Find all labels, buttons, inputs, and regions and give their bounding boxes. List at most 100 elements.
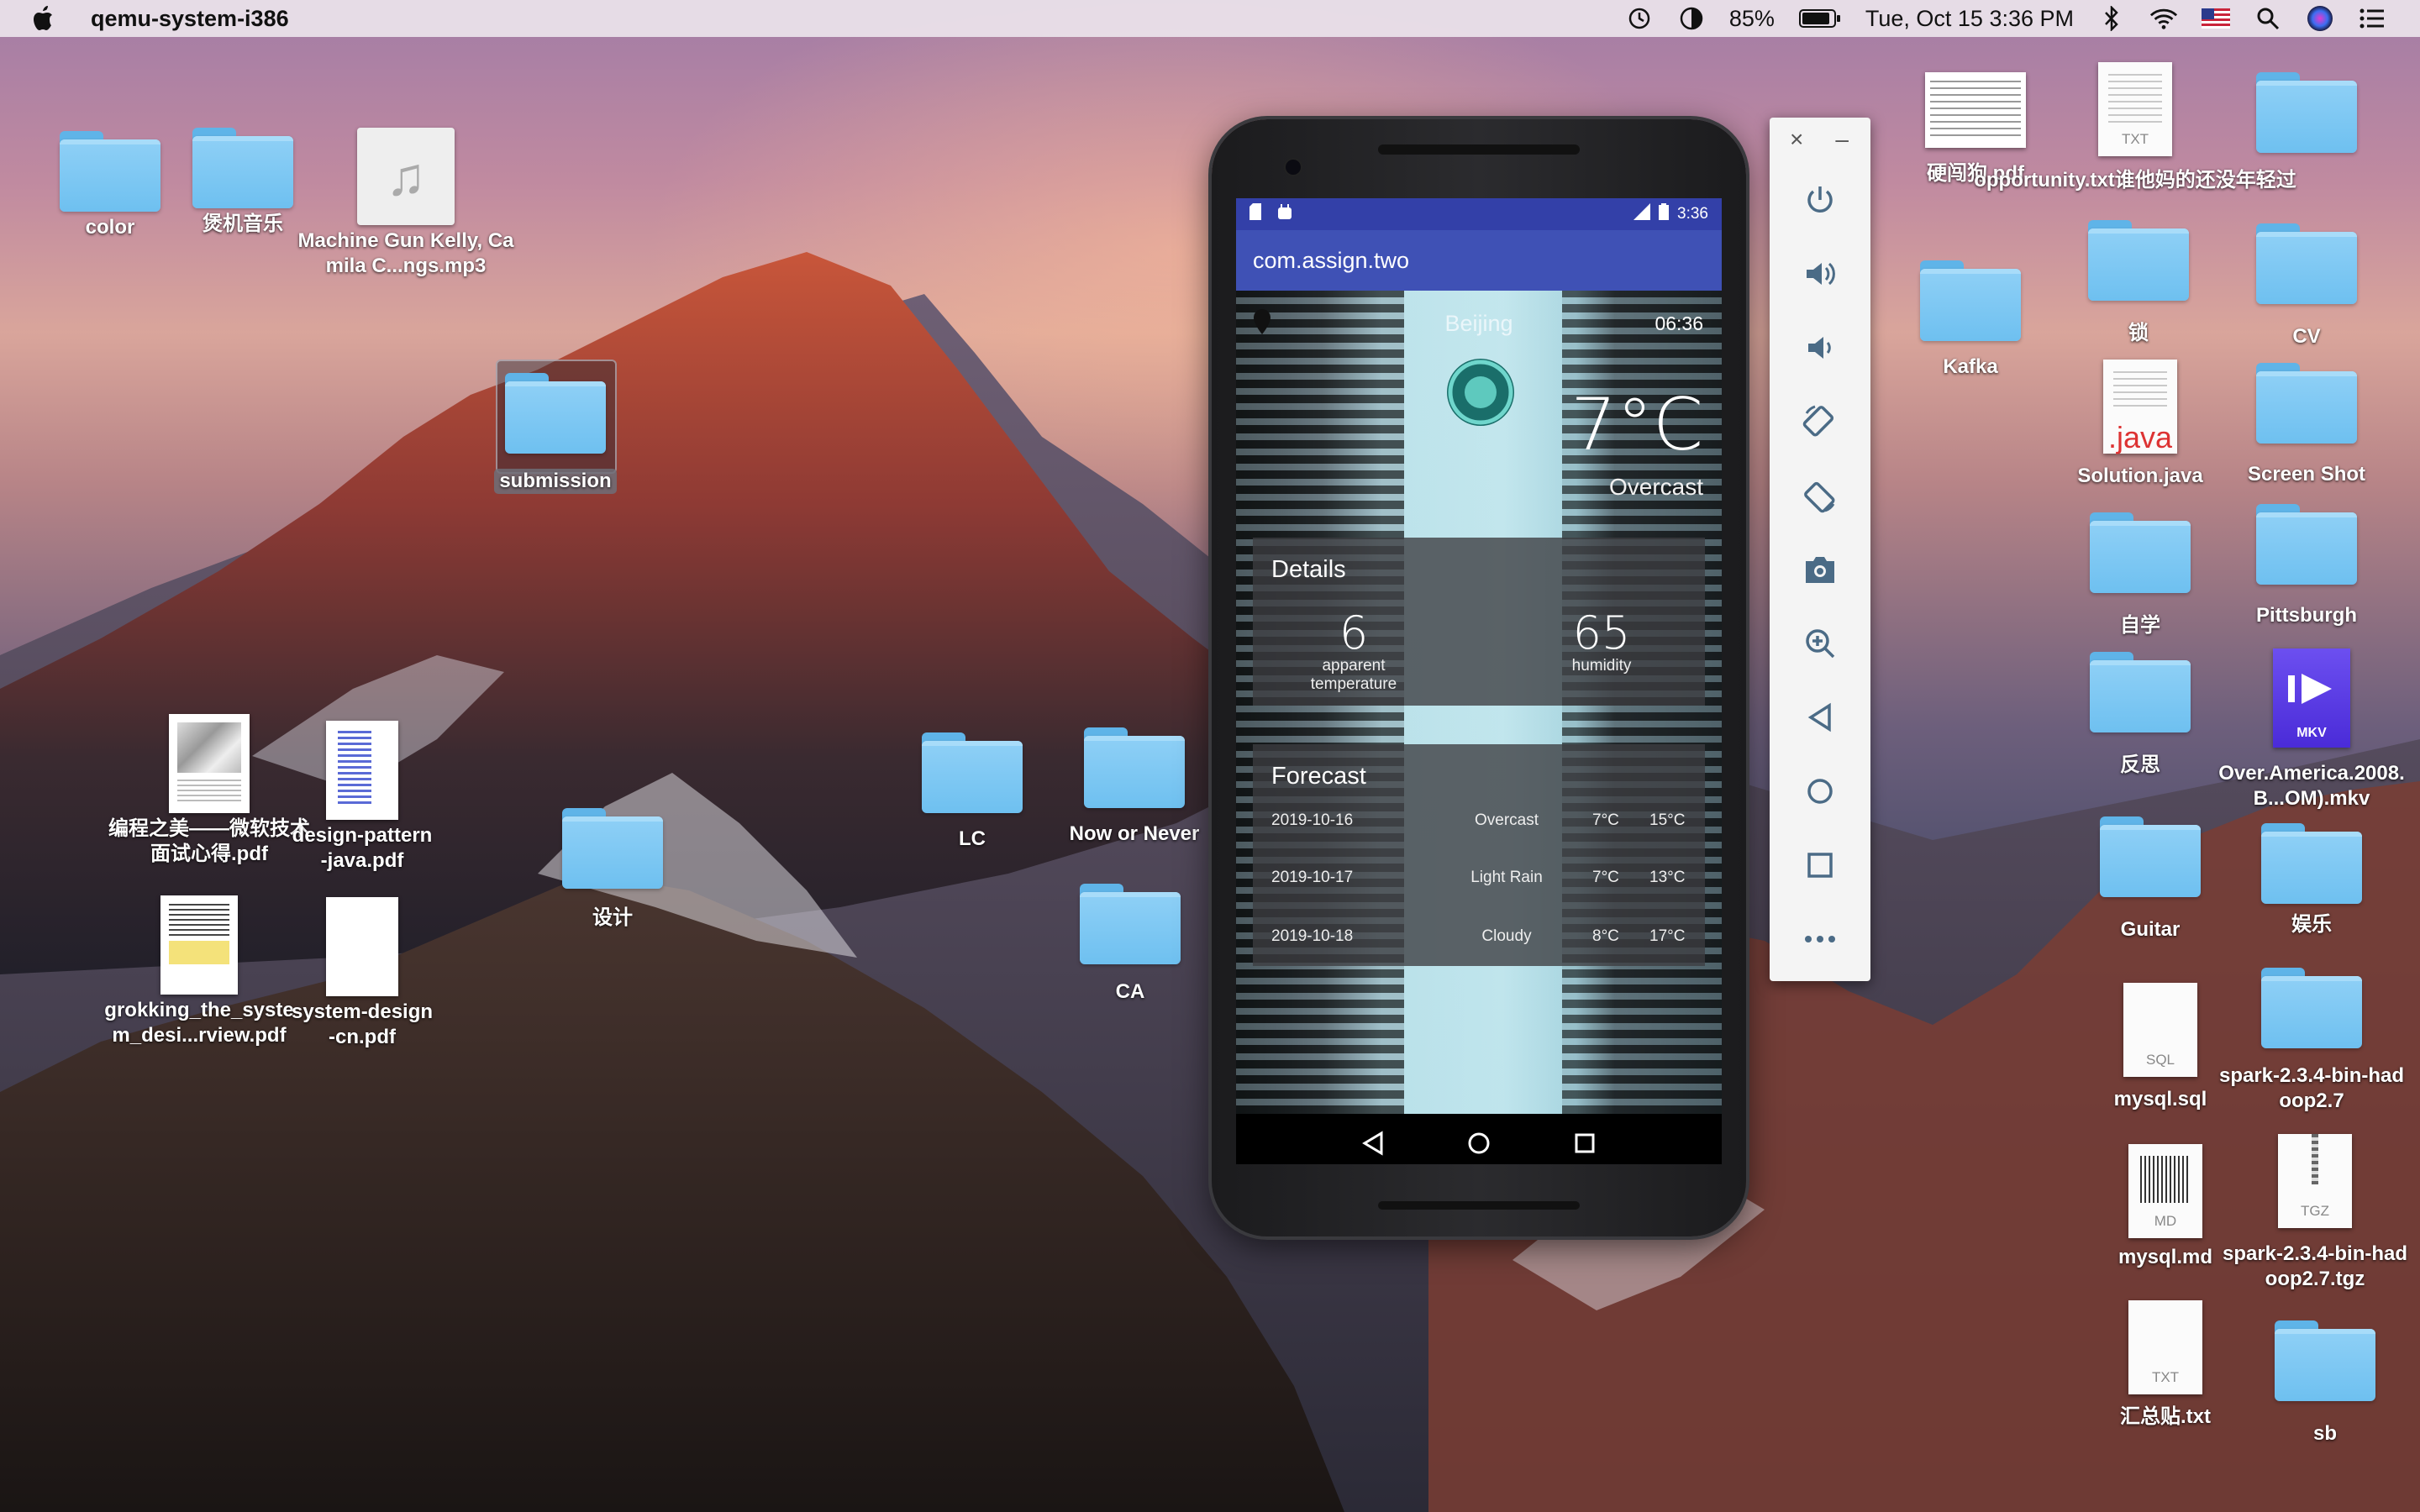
desktop-file-tgz[interactable]: TGZ spark-2.3.4-bin-hadoop2.7.tgz bbox=[2218, 1134, 2412, 1292]
notification-center-icon[interactable] bbox=[2358, 4, 2386, 33]
desktop-icon-label: LC bbox=[959, 827, 986, 850]
desktop-file-txt-huizong[interactable]: TXT 汇总贴.txt bbox=[2094, 1300, 2237, 1430]
desktop-folder-yule[interactable]: 娱乐 bbox=[2240, 823, 2383, 937]
desktop-folder-fansi[interactable]: 反思 bbox=[2069, 652, 2212, 778]
power-icon[interactable] bbox=[1770, 163, 1870, 237]
desktop-file-java-solution[interactable]: .java Solution.java bbox=[2069, 360, 2212, 489]
desktop-file-md[interactable]: MD mysql.md bbox=[2094, 1144, 2237, 1270]
forecast-high: 13°C bbox=[1649, 869, 1686, 886]
update-time: 06:36 bbox=[1655, 312, 1703, 334]
humidity-value: 65 bbox=[1572, 606, 1631, 659]
desktop-file-pdf-design-pattern[interactable]: design-pattern-java.pdf bbox=[291, 721, 434, 874]
home-icon[interactable] bbox=[1770, 754, 1870, 828]
desktop-icon-label: 娱乐 bbox=[2291, 913, 2332, 936]
forecast-row[interactable]: 2019-10-16 Overcast 7°C 15°C bbox=[1271, 811, 1686, 837]
back-icon[interactable] bbox=[1770, 680, 1870, 754]
desktop-file-mkv[interactable]: MKV Over.America.2008.B...OM).mkv bbox=[2215, 648, 2408, 811]
desktop-folder-unnamed[interactable] bbox=[2235, 72, 2378, 153]
folder-icon bbox=[2256, 72, 2357, 153]
desktop-folder-zixue[interactable]: 自学 bbox=[2069, 512, 2212, 638]
active-app-name[interactable]: qemu-system-i386 bbox=[91, 6, 289, 32]
app-toolbar: com.assign.two bbox=[1236, 230, 1722, 291]
folder-icon bbox=[60, 131, 160, 212]
desktop-file-pdf-bianchengzhimei[interactable]: 编程之美——微软技术面试心得.pdf bbox=[104, 714, 314, 867]
time-machine-icon[interactable] bbox=[1625, 4, 1654, 33]
weather-content[interactable]: Beijing 06:36 7°C Overcast Details 6 app… bbox=[1236, 291, 1722, 1114]
sd-card-icon bbox=[1249, 203, 1265, 225]
desktop-folder-pittsburgh[interactable]: Pittsburgh bbox=[2235, 504, 2378, 628]
sql-file-icon: SQL bbox=[2123, 983, 2197, 1077]
desktop-file-pdf-system-design[interactable]: system-design-cn.pdf bbox=[291, 897, 434, 1050]
pdf-thumbnail-icon bbox=[169, 714, 250, 813]
desktop-file-sql[interactable]: SQL mysql.sql bbox=[2089, 983, 2232, 1112]
forecast-condition: Overcast bbox=[1474, 811, 1539, 829]
nav-back-icon[interactable] bbox=[1356, 1126, 1390, 1160]
device-screen[interactable]: 3:36 com.assign.two Beijing 06:36 7°C Ov… bbox=[1236, 198, 1722, 1164]
city-name[interactable]: Beijing bbox=[1236, 311, 1722, 337]
desktop-file-txt-opportunity[interactable]: TXT opportunity.txt谁他妈的还没年轻过 bbox=[1974, 62, 2296, 193]
camera-screenshot-icon[interactable] bbox=[1770, 533, 1870, 606]
forecast-row[interactable]: 2019-10-17 Light Rain 7°C 13°C bbox=[1271, 869, 1686, 894]
pdf-thumbnail-icon bbox=[326, 721, 398, 820]
desktop-folder-now-or-never[interactable]: Now or Never bbox=[1062, 727, 1207, 847]
desktop-folder-kafka[interactable]: Kafka bbox=[1899, 260, 2042, 380]
desktop-folder-sb[interactable]: sb bbox=[2254, 1320, 2396, 1446]
night-shift-icon[interactable] bbox=[1677, 4, 1706, 33]
desktop-file-pdf-grokking[interactable]: grokking_the_system_desi...rview.pdf bbox=[103, 895, 296, 1048]
more-icon[interactable] bbox=[1770, 902, 1870, 976]
battery-charging-icon bbox=[1659, 203, 1670, 225]
desktop-folder-lc[interactable]: LC bbox=[901, 732, 1044, 852]
volume-up-icon[interactable] bbox=[1770, 237, 1870, 311]
desktop-icon-label: color bbox=[85, 216, 135, 239]
siri-icon[interactable] bbox=[2306, 4, 2334, 33]
forecast-condition: Light Rain bbox=[1470, 869, 1543, 886]
battery-icon[interactable] bbox=[1798, 4, 1842, 33]
rotate-left-icon[interactable] bbox=[1770, 385, 1870, 459]
apple-menu-icon[interactable] bbox=[32, 6, 82, 31]
desktop-icon-label: 锁 bbox=[2128, 322, 2149, 344]
battery-percentage[interactable]: 85% bbox=[1729, 6, 1775, 32]
forecast-low: 7°C bbox=[1592, 811, 1619, 829]
menubar-clock[interactable]: Tue, Oct 15 3:36 PM bbox=[1865, 6, 2074, 32]
desktop-folder-cv[interactable]: CV bbox=[2235, 223, 2378, 349]
folder-icon bbox=[2261, 823, 2362, 904]
spotlight-search-icon[interactable] bbox=[2254, 4, 2282, 33]
rotate-right-icon[interactable] bbox=[1770, 459, 1870, 533]
earpiece-speaker bbox=[1378, 144, 1580, 155]
volume-down-icon[interactable] bbox=[1770, 311, 1870, 385]
desktop-icon-label: sb bbox=[2312, 1422, 2337, 1445]
desktop-icon-label: spark-2.3.4-bin-hadoop2.7.tgz bbox=[2222, 1242, 2408, 1290]
wifi-icon[interactable] bbox=[2149, 4, 2178, 33]
zoom-icon[interactable] bbox=[1770, 606, 1870, 680]
desktop-folder-submission[interactable]: submission bbox=[484, 373, 627, 494]
desktop-folder-color[interactable]: color bbox=[39, 131, 182, 240]
nav-overview-icon[interactable] bbox=[1568, 1126, 1602, 1160]
folder-icon bbox=[922, 732, 1023, 813]
forecast-low: 7°C bbox=[1592, 869, 1619, 886]
desktop-folder-guitar[interactable]: Guitar bbox=[2079, 816, 2222, 942]
overview-icon[interactable] bbox=[1770, 828, 1870, 902]
desktop-icon-label: CV bbox=[2292, 325, 2321, 348]
android-status-time: 3:36 bbox=[1677, 205, 1708, 223]
folder-icon bbox=[2090, 652, 2191, 732]
forecast-row[interactable]: 2019-10-18 Cloudy 8°C 17°C bbox=[1271, 927, 1686, 953]
desktop-folder-screen-shot[interactable]: Screen Shot bbox=[2235, 363, 2378, 487]
desktop-icon-label: Over.America.2008.B...OM).mkv bbox=[2218, 762, 2405, 810]
desktop-folder-ca[interactable]: CA bbox=[1059, 884, 1202, 1005]
us-flag-input-icon[interactable] bbox=[2202, 4, 2230, 33]
minimize-icon[interactable]: – bbox=[1835, 126, 1849, 163]
desktop-icon-label: Pittsburgh bbox=[2256, 604, 2357, 627]
music-note-icon: ♫ bbox=[357, 128, 455, 225]
nav-home-icon[interactable] bbox=[1462, 1126, 1496, 1160]
desktop-icon-label: 反思 bbox=[2120, 753, 2160, 776]
folder-icon bbox=[2261, 968, 2362, 1048]
humidity-block: 65 humidity bbox=[1539, 610, 1665, 675]
desktop-folder-spark[interactable]: spark-2.3.4-bin-hadoop2.7 bbox=[2215, 968, 2408, 1114]
menu-bar: qemu-system-i386 85% Tue, Oct 15 3:36 PM bbox=[0, 0, 2420, 37]
bluetooth-icon[interactable] bbox=[2097, 4, 2126, 33]
folder-icon bbox=[2275, 1320, 2375, 1401]
desktop-file-mp3[interactable]: ♫ Machine Gun Kelly, Camila C...ngs.mp3 bbox=[292, 128, 519, 279]
desktop-folder-sheji[interactable]: 设计 bbox=[541, 808, 684, 931]
close-icon[interactable]: × bbox=[1790, 126, 1803, 163]
desktop-folder-suo[interactable]: 锁 bbox=[2067, 220, 2210, 346]
